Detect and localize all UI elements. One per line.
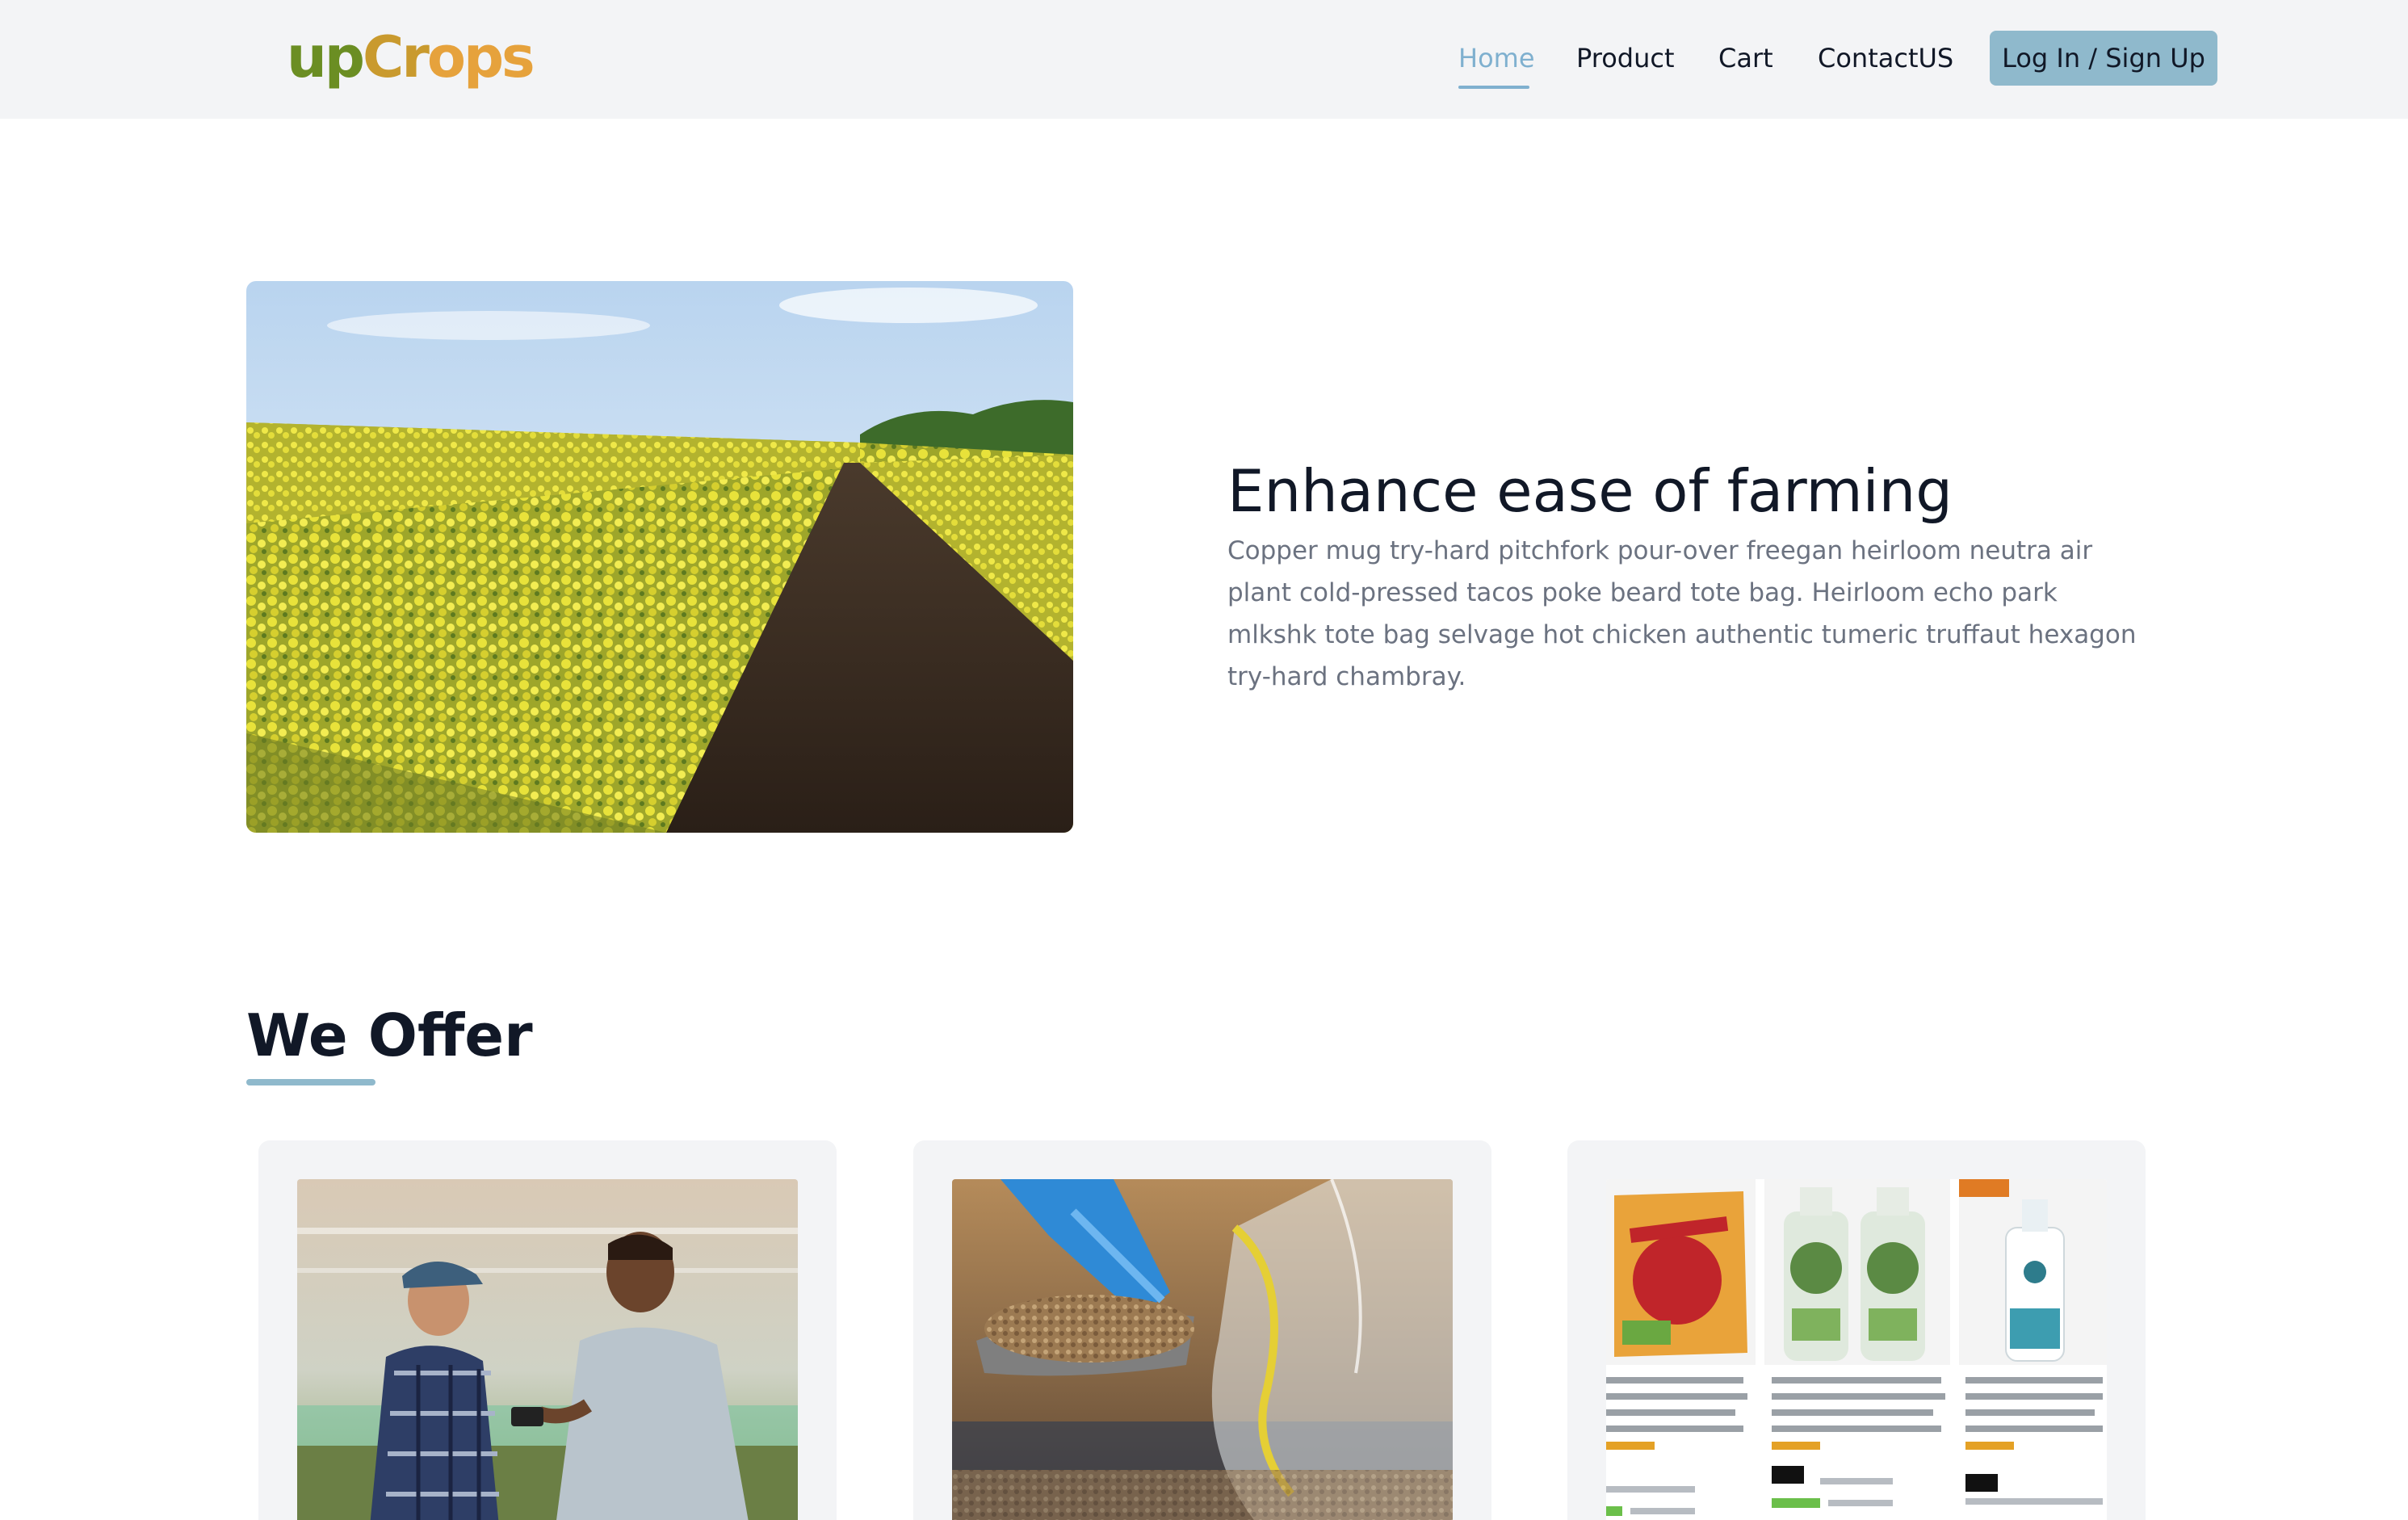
hero-image bbox=[246, 281, 1073, 833]
login-signup-button[interactable]: Log In / Sign Up bbox=[1990, 31, 2217, 86]
offer-card-consultation[interactable] bbox=[258, 1140, 837, 1520]
card-image bbox=[297, 1179, 798, 1520]
hero-description: Copper mug try-hard pitchfork pour-over … bbox=[1227, 536, 2137, 691]
nav-active-underline bbox=[1458, 86, 1529, 89]
nav-home[interactable]: Home bbox=[1458, 37, 1535, 79]
nav-product[interactable]: Product bbox=[1576, 37, 1675, 79]
nav-contactus[interactable]: ContactUS bbox=[1818, 37, 1953, 79]
rapeseed-field-photo bbox=[246, 281, 1073, 833]
soil-sampling-photo bbox=[952, 1179, 1453, 1520]
farmers-consultation-photo bbox=[297, 1179, 798, 1520]
we-offer-title: We Offer bbox=[246, 1001, 533, 1069]
we-offer-underline bbox=[246, 1079, 375, 1085]
nav-cart[interactable]: Cart bbox=[1718, 37, 1773, 79]
card-image bbox=[1606, 1179, 2107, 1520]
card-image bbox=[952, 1179, 1453, 1520]
site-header: upCrops Home Product Cart ContactUS Log … bbox=[0, 0, 2408, 119]
offer-card-soil-testing[interactable] bbox=[913, 1140, 1491, 1520]
fertilizer-products-screenshot bbox=[1606, 1179, 2107, 1520]
offer-card-fertilizers[interactable] bbox=[1567, 1140, 2146, 1520]
upcrops-logo[interactable]: upCrops bbox=[287, 21, 535, 94]
hero-title: Enhance ease of farming bbox=[1227, 457, 1953, 525]
